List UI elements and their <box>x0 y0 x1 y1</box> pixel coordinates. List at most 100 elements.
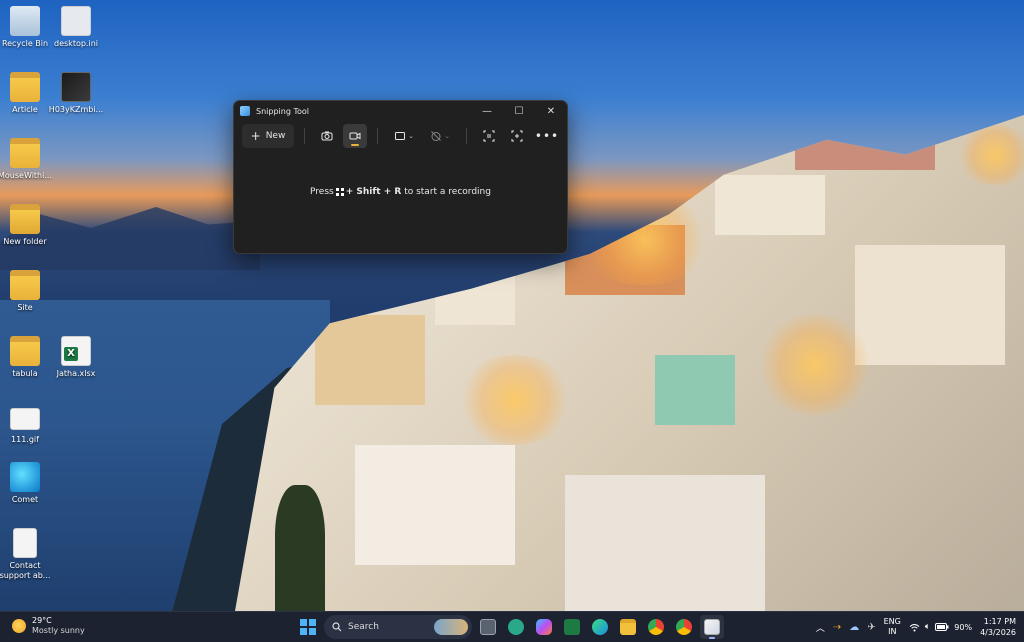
desktop-icon-label: desktop.ini <box>54 39 98 48</box>
edge-icon <box>592 619 608 635</box>
rectangle-icon <box>395 132 406 140</box>
desktop-icon-desktop-ini[interactable]: desktop.ini <box>44 6 108 49</box>
folder-icon <box>10 270 40 300</box>
more-options-button[interactable]: ••• <box>535 124 559 148</box>
divider <box>377 128 378 144</box>
chrome-icon <box>648 619 664 635</box>
desktop-icon-jatha-xlsx[interactable]: Jatha.xlsx <box>44 336 108 379</box>
search-placeholder: Search <box>348 622 379 632</box>
weather-widget[interactable]: 29°C Mostly sunny <box>12 616 85 636</box>
taskbar: 29°C Mostly sunny Search ︿ ⇢ ☁ ✈ ENG IN <box>0 611 1024 642</box>
desktop-icon-comet[interactable]: Comet <box>0 462 57 505</box>
tray-app-icon[interactable]: ⇢ <box>833 622 841 633</box>
windows-icon <box>300 619 316 635</box>
volume-icon: 🔈︎ <box>924 622 931 632</box>
new-button[interactable]: + New <box>242 124 294 148</box>
no-delay-icon <box>431 131 441 141</box>
chrome-icon <box>676 619 692 635</box>
desktop-icon-label: MouseWithi... <box>0 171 52 180</box>
maximize-button[interactable]: ☐ <box>503 101 535 121</box>
text-actions-button[interactable] <box>477 124 501 148</box>
window-title: Snipping Tool <box>256 106 309 116</box>
desktop-wallpaper: Recycle Bin desktop.ini Article H03yKZmb… <box>0 0 1024 611</box>
new-button-label: New <box>265 131 286 141</box>
quick-settings[interactable]: 🔈︎ 90% <box>909 622 972 632</box>
folder-icon <box>10 138 40 168</box>
clock-date: 4/3/2026 <box>980 628 1016 637</box>
chevron-up-icon[interactable]: ︿ <box>816 621 825 634</box>
excel-file-icon <box>61 336 91 366</box>
close-button[interactable]: ✕ <box>535 101 567 121</box>
chevron-down-icon: ⌄ <box>408 132 414 140</box>
recycle-bin-icon <box>10 6 40 36</box>
title-bar[interactable]: Snipping Tool — ☐ ✕ <box>234 101 567 121</box>
chevron-down-icon: ⌄ <box>444 132 450 140</box>
document-file-icon <box>13 528 37 558</box>
settings-file-icon <box>61 6 91 36</box>
desktop-icon-image[interactable]: H03yKZmbi... <box>44 72 108 115</box>
search-box[interactable]: Search <box>324 615 472 639</box>
delay-dropdown[interactable]: ⌄ <box>424 124 456 148</box>
start-button[interactable] <box>296 615 320 639</box>
desktop-icon-label: Contact support ab... <box>0 561 51 580</box>
desktop-icon-contact-support[interactable]: Contact support ab... <box>0 528 57 581</box>
chatgpt-icon <box>508 619 524 635</box>
tray-app-icon-2[interactable]: ✈ <box>867 622 875 633</box>
minimize-button[interactable]: — <box>471 101 503 121</box>
plus-icon: + <box>250 129 261 143</box>
clock[interactable]: 1:17 PM 4/3/2026 <box>980 616 1016 638</box>
instruction-pre: Press <box>310 187 334 197</box>
desktop-icon-111-gif[interactable]: 111.gif <box>0 402 57 445</box>
language-code: ENG <box>883 617 901 626</box>
cloud-icon[interactable]: ☁ <box>849 622 859 633</box>
taskbar-app-snipping-tool[interactable] <box>700 615 724 639</box>
divider <box>304 128 305 144</box>
desktop-icon-label: H03yKZmbi... <box>48 105 104 114</box>
taskbar-center: Search <box>296 615 724 639</box>
taskbar-app-taskview[interactable] <box>476 615 500 639</box>
record-mode-button[interactable] <box>343 124 367 148</box>
image-file-icon <box>61 72 91 102</box>
weather-desc: Mostly sunny <box>32 626 85 635</box>
desktop-icon-site[interactable]: Site <box>0 270 57 313</box>
desktop-icon-mousewithi[interactable]: MouseWithi... <box>0 138 57 181</box>
clock-time: 1:17 PM <box>983 617 1016 626</box>
taskbar-app-chrome[interactable] <box>644 615 668 639</box>
task-view-icon <box>480 619 496 635</box>
desktop-icon-new-folder[interactable]: New folder <box>0 204 57 247</box>
taskbar-app-chatgpt[interactable] <box>504 615 528 639</box>
camera-icon <box>321 131 333 141</box>
snip-shape-dropdown[interactable]: ⌄ <box>388 124 420 148</box>
folder-icon <box>10 336 40 366</box>
taskbar-app-excel[interactable] <box>560 615 584 639</box>
more-icon: ••• <box>534 129 560 143</box>
weather-temp: 29°C <box>32 616 52 625</box>
wifi-icon <box>909 623 920 631</box>
folder-icon <box>10 72 40 102</box>
visual-search-button[interactable] <box>505 124 529 148</box>
excel-icon <box>564 619 580 635</box>
battery-icon <box>935 623 949 631</box>
search-icon <box>332 622 342 632</box>
desktop-icon-label: 111.gif <box>11 435 39 444</box>
scan-icon <box>511 130 523 142</box>
region-code: IN <box>888 627 897 636</box>
gif-file-icon <box>10 408 40 430</box>
search-highlight-image <box>434 619 468 635</box>
language-indicator[interactable]: ENG IN <box>884 617 901 637</box>
snipping-tool-icon <box>240 106 250 116</box>
taskbar-app-chrome-profile[interactable] <box>672 615 696 639</box>
snip-mode-button[interactable] <box>315 124 339 148</box>
desktop-icon-label: tabula <box>12 369 38 378</box>
desktop-icon-label: Jatha.xlsx <box>56 369 96 378</box>
snipping-tool-window[interactable]: Snipping Tool — ☐ ✕ + New ⌄ ⌄ ••• Press … <box>233 100 568 254</box>
partly-sunny-icon <box>12 619 26 633</box>
taskbar-app-copilot[interactable] <box>532 615 556 639</box>
desktop-icon-label: Article <box>12 105 38 114</box>
folder-icon <box>10 204 40 234</box>
taskbar-app-edge[interactable] <box>588 615 612 639</box>
taskbar-app-file-explorer[interactable] <box>616 615 640 639</box>
text-extract-icon <box>483 130 495 142</box>
desktop-icon-label: Recycle Bin <box>1 39 49 48</box>
battery-percent: 90% <box>954 622 973 632</box>
